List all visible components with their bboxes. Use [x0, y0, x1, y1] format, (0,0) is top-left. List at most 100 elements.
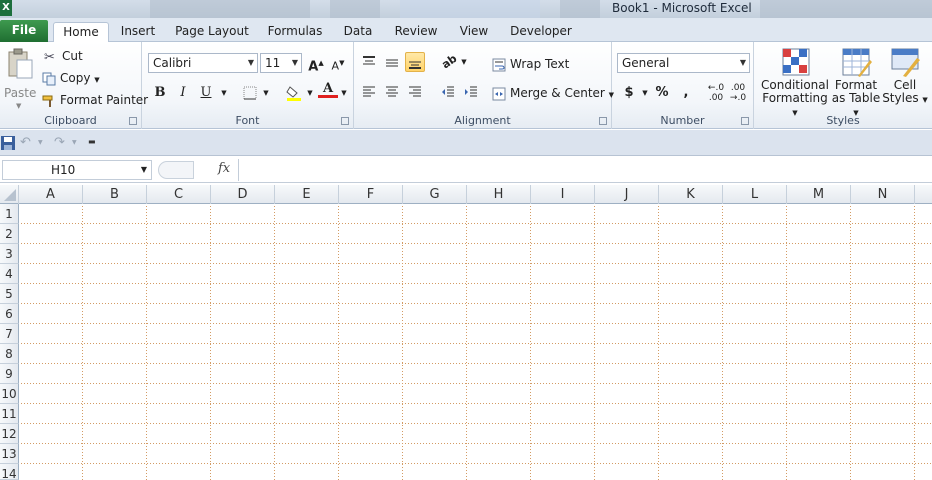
conditional-formatting-button[interactable]: Conditional Formatting ▼	[760, 46, 830, 117]
formula-input[interactable]	[242, 160, 930, 180]
paste-button[interactable]: Paste ▼	[2, 46, 36, 112]
font-size-combo[interactable]: 11 ▼	[260, 53, 302, 73]
row-header-11[interactable]: 11	[0, 404, 19, 424]
borders-icon	[243, 86, 257, 100]
column-header-e[interactable]: E	[275, 185, 339, 204]
save-icon[interactable]	[1, 136, 15, 150]
format-as-table-button[interactable]: Format as Table ▼	[830, 46, 882, 117]
excel-app-icon[interactable]: X	[0, 0, 12, 16]
tab-formulas[interactable]: Formulas	[266, 22, 324, 42]
formula-bar-splitter[interactable]	[158, 161, 194, 179]
column-header-m[interactable]: M	[787, 185, 851, 204]
bold-button[interactable]: B	[150, 83, 170, 103]
redo-icon[interactable]: ↷	[54, 135, 65, 150]
clipboard-launcher-icon[interactable]	[129, 117, 137, 125]
gridline	[146, 204, 147, 480]
orientation-dropdown-icon[interactable]: ▼	[454, 52, 474, 72]
column-header-l[interactable]: L	[723, 185, 787, 204]
column-header-g[interactable]: G	[403, 185, 467, 204]
fill-color-dropdown-icon[interactable]: ▼	[300, 83, 320, 103]
underline-dropdown-icon[interactable]: ▼	[214, 83, 234, 103]
row-header-6[interactable]: 6	[0, 304, 19, 324]
grow-font-button[interactable]: A▲	[306, 53, 326, 74]
tab-page-layout[interactable]: Page Layout	[174, 22, 250, 42]
row-header-3[interactable]: 3	[0, 244, 19, 264]
tab-data[interactable]: Data	[340, 22, 376, 42]
undo-dropdown-icon[interactable]: ▼	[38, 139, 43, 146]
cell-styles-button[interactable]: Cell Styles ▼	[882, 46, 928, 112]
alignment-launcher-icon[interactable]	[599, 117, 607, 125]
increase-indent-button[interactable]	[461, 82, 481, 102]
row-header-10[interactable]: 10	[0, 384, 19, 404]
row-header-8[interactable]: 8	[0, 344, 19, 364]
copy-button[interactable]: Copy ▼	[42, 70, 100, 88]
gridline	[786, 204, 787, 480]
italic-button[interactable]: I	[173, 83, 193, 103]
format-painter-button[interactable]: Format Painter	[42, 92, 148, 108]
underline-button[interactable]: U	[196, 83, 216, 103]
gridline	[19, 343, 932, 344]
cut-button[interactable]: ✂ Cut	[44, 48, 83, 65]
insert-function-icon[interactable]: fx	[218, 161, 230, 176]
comma-style-button[interactable]: ,	[676, 83, 696, 103]
customize-qat-icon[interactable]: ▬	[88, 137, 96, 146]
font-name-combo[interactable]: Calibri ▼	[148, 53, 258, 73]
gridline	[914, 204, 915, 480]
shrink-font-button[interactable]: A▼	[328, 53, 348, 73]
merge-center-button[interactable]: Merge & Center ▼	[492, 85, 614, 103]
name-box[interactable]: H10 ▼	[2, 160, 152, 180]
wrap-text-button[interactable]: Wrap Text	[492, 56, 569, 72]
row-header-14[interactable]: 14	[0, 464, 19, 480]
merge-center-label: Merge & Center	[510, 86, 605, 100]
tab-review[interactable]: Review	[392, 22, 440, 42]
column-header-f[interactable]: F	[339, 185, 403, 204]
undo-icon[interactable]: ↶	[20, 135, 31, 150]
increase-decimal-button[interactable]: ←.0.00	[706, 83, 726, 103]
row-header-13[interactable]: 13	[0, 444, 19, 464]
row-header-9[interactable]: 9	[0, 364, 19, 384]
row-header-2[interactable]: 2	[0, 224, 19, 244]
column-headers: A B C D E F G H I J K L M N	[0, 185, 932, 204]
select-all-corner[interactable]	[0, 185, 19, 204]
align-center-icon	[386, 86, 398, 97]
tab-home[interactable]: Home	[53, 22, 109, 43]
column-header-i[interactable]: I	[531, 185, 595, 204]
column-header-d[interactable]: D	[211, 185, 275, 204]
row-header-5[interactable]: 5	[0, 284, 19, 304]
middle-align-button[interactable]	[382, 52, 402, 72]
column-header-n[interactable]: N	[851, 185, 915, 204]
column-header-j[interactable]: J	[595, 185, 659, 204]
row-header-7[interactable]: 7	[0, 324, 19, 344]
column-header-h[interactable]: H	[467, 185, 531, 204]
percent-button[interactable]: %	[652, 83, 672, 103]
redo-dropdown-icon[interactable]: ▼	[72, 139, 77, 146]
font-launcher-icon[interactable]	[341, 117, 349, 125]
row-header-1[interactable]: 1	[0, 204, 19, 224]
number-launcher-icon[interactable]	[741, 117, 749, 125]
decrease-indent-button[interactable]	[438, 82, 458, 102]
borders-dropdown-icon[interactable]: ▼	[256, 83, 276, 103]
font-color-dropdown-icon[interactable]: ▼	[334, 83, 354, 103]
row-header-12[interactable]: 12	[0, 424, 19, 444]
cell-styles-label-row: Styles ▼	[882, 92, 928, 107]
align-bottom-icon	[409, 61, 421, 69]
align-left-button[interactable]	[359, 82, 379, 102]
bottom-align-button[interactable]	[405, 52, 425, 72]
tab-insert[interactable]: Insert	[116, 22, 160, 42]
tab-view[interactable]: View	[456, 22, 492, 42]
cell-area[interactable]	[19, 204, 932, 480]
decrease-decimal-button[interactable]: .00 →.0	[728, 83, 748, 103]
wrap-text-label: Wrap Text	[510, 57, 570, 71]
top-align-button[interactable]	[359, 52, 379, 72]
align-right-button[interactable]	[405, 82, 425, 102]
number-format-combo[interactable]: General ▼	[617, 53, 750, 73]
column-header-a[interactable]: A	[19, 185, 83, 204]
tab-file[interactable]: File	[0, 20, 48, 42]
tab-developer[interactable]: Developer	[508, 22, 574, 42]
column-header-k[interactable]: K	[659, 185, 723, 204]
column-header-b[interactable]: B	[83, 185, 147, 204]
center-button[interactable]	[382, 82, 402, 102]
gridline	[19, 223, 932, 224]
row-header-4[interactable]: 4	[0, 264, 19, 284]
column-header-c[interactable]: C	[147, 185, 211, 204]
